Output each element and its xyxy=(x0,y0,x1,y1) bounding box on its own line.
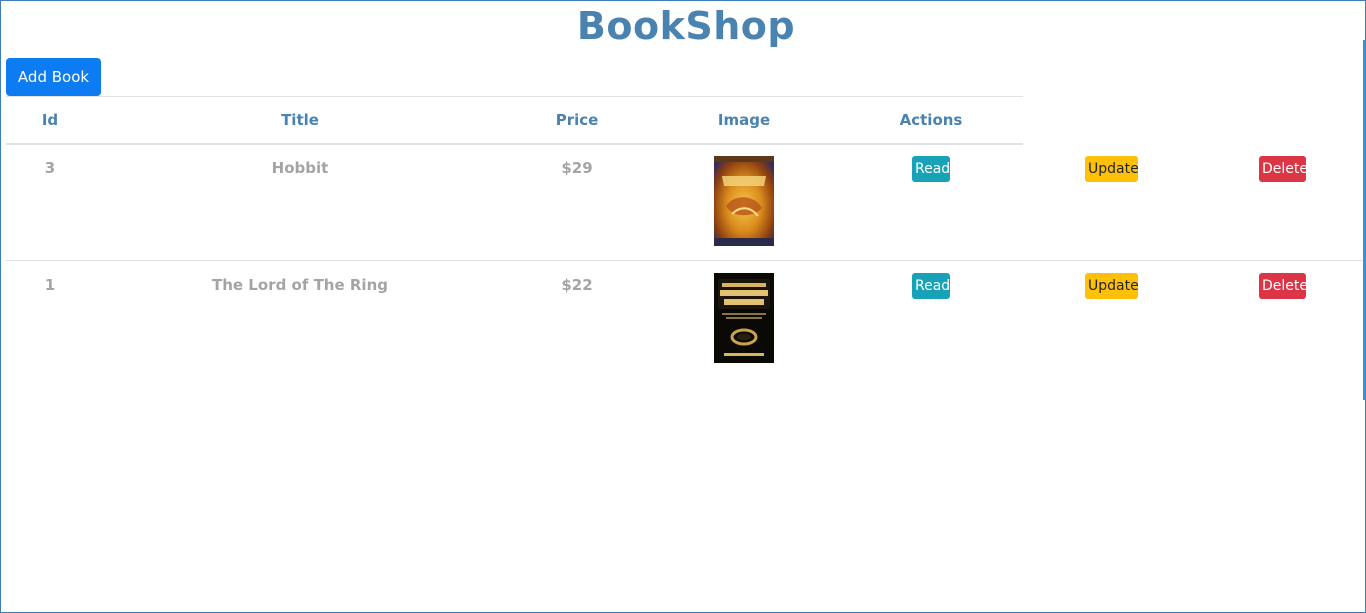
column-header-title: Title xyxy=(281,111,319,129)
add-book-button[interactable]: Add Book xyxy=(6,58,101,96)
column-header-image: Image xyxy=(717,111,771,129)
book-cover-image xyxy=(714,273,774,363)
page-title: BookShop xyxy=(576,4,796,48)
column-header-actions: Actions xyxy=(899,111,963,129)
update-button[interactable]: Update xyxy=(1085,156,1139,182)
app-window: BookShop Add Book Id Title Price Image A… xyxy=(0,0,1366,613)
book-cover-image xyxy=(714,156,774,246)
hobbit-cover-art xyxy=(714,156,774,246)
column-header-price: Price xyxy=(555,111,599,129)
cell-title: The Lord of The Ring xyxy=(212,276,388,294)
cell-price: $22 xyxy=(561,276,593,294)
read-button[interactable]: Read xyxy=(912,156,950,182)
cell-price: $29 xyxy=(561,159,593,177)
lord-of-the-rings-cover-art xyxy=(714,273,774,363)
cell-title: Hobbit xyxy=(271,159,329,177)
update-button[interactable]: Update xyxy=(1085,273,1139,299)
table-row: 1 The Lord of The Ring $22 Read Update D… xyxy=(6,261,1365,377)
cell-id: 3 xyxy=(44,159,56,177)
read-button[interactable]: Read xyxy=(912,273,950,299)
column-header-id: Id xyxy=(41,111,59,129)
delete-button[interactable]: Delete xyxy=(1259,156,1308,182)
table-row: 3 Hobbit $29 Read Update Delete xyxy=(6,144,1365,261)
delete-button[interactable]: Delete xyxy=(1259,273,1308,299)
table-header: Id Title Price Image Actions xyxy=(6,96,1023,145)
cell-id: 1 xyxy=(44,276,56,294)
